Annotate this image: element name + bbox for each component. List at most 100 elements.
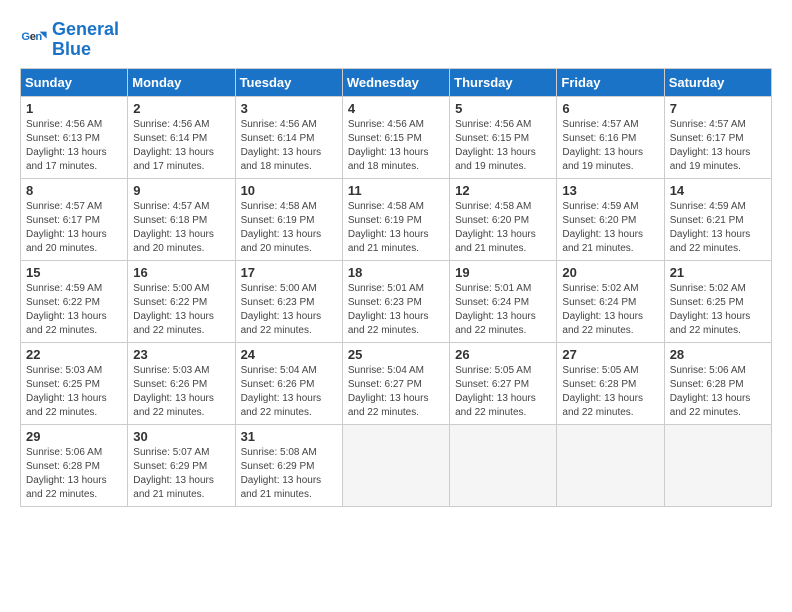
calendar-cell: 1 Sunrise: 4:56 AM Sunset: 6:13 PM Dayli… [21,96,128,178]
day-number: 27 [562,347,658,362]
day-number: 25 [348,347,444,362]
logo-icon: G e n [20,26,48,54]
day-info: Sunrise: 5:07 AM Sunset: 6:29 PM Dayligh… [133,446,229,502]
calendar-cell: 31 Sunrise: 5:08 AM Sunset: 6:29 PM Dayl… [235,424,342,506]
calendar-week-3: 15 Sunrise: 4:59 AM Sunset: 6:22 PM Dayl… [21,260,772,342]
calendar-cell: 15 Sunrise: 4:59 AM Sunset: 6:22 PM Dayl… [21,260,128,342]
day-number: 16 [133,265,229,280]
col-header-thursday: Thursday [450,68,557,96]
day-number: 13 [562,183,658,198]
calendar-cell: 7 Sunrise: 4:57 AM Sunset: 6:17 PM Dayli… [664,96,771,178]
day-number: 17 [241,265,337,280]
day-info: Sunrise: 4:57 AM Sunset: 6:16 PM Dayligh… [562,118,658,174]
calendar-cell: 28 Sunrise: 5:06 AM Sunset: 6:28 PM Dayl… [664,342,771,424]
calendar-cell: 5 Sunrise: 4:56 AM Sunset: 6:15 PM Dayli… [450,96,557,178]
calendar-cell: 2 Sunrise: 4:56 AM Sunset: 6:14 PM Dayli… [128,96,235,178]
day-number: 26 [455,347,551,362]
calendar-cell: 30 Sunrise: 5:07 AM Sunset: 6:29 PM Dayl… [128,424,235,506]
logo: G e n General Blue [20,20,119,60]
svg-text:G: G [21,31,30,43]
day-info: Sunrise: 4:59 AM Sunset: 6:22 PM Dayligh… [26,282,122,338]
calendar-cell: 10 Sunrise: 4:58 AM Sunset: 6:19 PM Dayl… [235,178,342,260]
calendar-cell: 23 Sunrise: 5:03 AM Sunset: 6:26 PM Dayl… [128,342,235,424]
day-number: 5 [455,101,551,116]
day-number: 29 [26,429,122,444]
day-info: Sunrise: 4:57 AM Sunset: 6:18 PM Dayligh… [133,200,229,256]
calendar-week-5: 29 Sunrise: 5:06 AM Sunset: 6:28 PM Dayl… [21,424,772,506]
day-info: Sunrise: 5:01 AM Sunset: 6:23 PM Dayligh… [348,282,444,338]
day-number: 4 [348,101,444,116]
calendar-table: SundayMondayTuesdayWednesdayThursdayFrid… [20,68,772,507]
day-info: Sunrise: 4:56 AM Sunset: 6:14 PM Dayligh… [241,118,337,174]
col-header-saturday: Saturday [664,68,771,96]
day-info: Sunrise: 4:56 AM Sunset: 6:13 PM Dayligh… [26,118,122,174]
day-number: 31 [241,429,337,444]
calendar-cell: 16 Sunrise: 5:00 AM Sunset: 6:22 PM Dayl… [128,260,235,342]
day-info: Sunrise: 5:01 AM Sunset: 6:24 PM Dayligh… [455,282,551,338]
day-info: Sunrise: 4:58 AM Sunset: 6:20 PM Dayligh… [455,200,551,256]
day-info: Sunrise: 5:04 AM Sunset: 6:27 PM Dayligh… [348,364,444,420]
day-info: Sunrise: 4:59 AM Sunset: 6:21 PM Dayligh… [670,200,766,256]
day-info: Sunrise: 5:05 AM Sunset: 6:27 PM Dayligh… [455,364,551,420]
day-number: 12 [455,183,551,198]
day-info: Sunrise: 5:05 AM Sunset: 6:28 PM Dayligh… [562,364,658,420]
logo-text: General Blue [52,20,119,60]
calendar-cell: 24 Sunrise: 5:04 AM Sunset: 6:26 PM Dayl… [235,342,342,424]
calendar-cell: 18 Sunrise: 5:01 AM Sunset: 6:23 PM Dayl… [342,260,449,342]
calendar-cell: 4 Sunrise: 4:56 AM Sunset: 6:15 PM Dayli… [342,96,449,178]
day-number: 7 [670,101,766,116]
day-info: Sunrise: 5:03 AM Sunset: 6:26 PM Dayligh… [133,364,229,420]
calendar-cell: 27 Sunrise: 5:05 AM Sunset: 6:28 PM Dayl… [557,342,664,424]
calendar-cell: 3 Sunrise: 4:56 AM Sunset: 6:14 PM Dayli… [235,96,342,178]
page-header: G e n General Blue [20,20,772,60]
day-number: 6 [562,101,658,116]
calendar-cell: 13 Sunrise: 4:59 AM Sunset: 6:20 PM Dayl… [557,178,664,260]
day-number: 19 [455,265,551,280]
day-number: 14 [670,183,766,198]
day-info: Sunrise: 4:57 AM Sunset: 6:17 PM Dayligh… [26,200,122,256]
calendar-cell: 17 Sunrise: 5:00 AM Sunset: 6:23 PM Dayl… [235,260,342,342]
col-header-sunday: Sunday [21,68,128,96]
col-header-friday: Friday [557,68,664,96]
day-number: 1 [26,101,122,116]
calendar-week-1: 1 Sunrise: 4:56 AM Sunset: 6:13 PM Dayli… [21,96,772,178]
col-header-tuesday: Tuesday [235,68,342,96]
day-info: Sunrise: 5:04 AM Sunset: 6:26 PM Dayligh… [241,364,337,420]
calendar-cell: 20 Sunrise: 5:02 AM Sunset: 6:24 PM Dayl… [557,260,664,342]
day-info: Sunrise: 5:06 AM Sunset: 6:28 PM Dayligh… [26,446,122,502]
calendar-cell [557,424,664,506]
calendar-cell [664,424,771,506]
col-header-wednesday: Wednesday [342,68,449,96]
calendar-cell [450,424,557,506]
day-number: 2 [133,101,229,116]
calendar-cell [342,424,449,506]
day-number: 21 [670,265,766,280]
day-info: Sunrise: 4:56 AM Sunset: 6:15 PM Dayligh… [455,118,551,174]
day-number: 15 [26,265,122,280]
calendar-cell: 29 Sunrise: 5:06 AM Sunset: 6:28 PM Dayl… [21,424,128,506]
day-info: Sunrise: 4:57 AM Sunset: 6:17 PM Dayligh… [670,118,766,174]
day-number: 3 [241,101,337,116]
calendar-cell: 22 Sunrise: 5:03 AM Sunset: 6:25 PM Dayl… [21,342,128,424]
calendar-cell: 11 Sunrise: 4:58 AM Sunset: 6:19 PM Dayl… [342,178,449,260]
day-number: 18 [348,265,444,280]
day-info: Sunrise: 4:56 AM Sunset: 6:15 PM Dayligh… [348,118,444,174]
day-number: 24 [241,347,337,362]
day-info: Sunrise: 5:06 AM Sunset: 6:28 PM Dayligh… [670,364,766,420]
day-number: 10 [241,183,337,198]
day-info: Sunrise: 4:58 AM Sunset: 6:19 PM Dayligh… [348,200,444,256]
calendar-cell: 25 Sunrise: 5:04 AM Sunset: 6:27 PM Dayl… [342,342,449,424]
calendar-cell: 19 Sunrise: 5:01 AM Sunset: 6:24 PM Dayl… [450,260,557,342]
day-info: Sunrise: 5:00 AM Sunset: 6:23 PM Dayligh… [241,282,337,338]
calendar-cell: 12 Sunrise: 4:58 AM Sunset: 6:20 PM Dayl… [450,178,557,260]
day-number: 20 [562,265,658,280]
day-info: Sunrise: 5:02 AM Sunset: 6:24 PM Dayligh… [562,282,658,338]
day-info: Sunrise: 4:59 AM Sunset: 6:20 PM Dayligh… [562,200,658,256]
calendar-week-2: 8 Sunrise: 4:57 AM Sunset: 6:17 PM Dayli… [21,178,772,260]
col-header-monday: Monday [128,68,235,96]
day-info: Sunrise: 5:00 AM Sunset: 6:22 PM Dayligh… [133,282,229,338]
calendar-week-4: 22 Sunrise: 5:03 AM Sunset: 6:25 PM Dayl… [21,342,772,424]
day-number: 8 [26,183,122,198]
day-info: Sunrise: 5:02 AM Sunset: 6:25 PM Dayligh… [670,282,766,338]
day-number: 30 [133,429,229,444]
